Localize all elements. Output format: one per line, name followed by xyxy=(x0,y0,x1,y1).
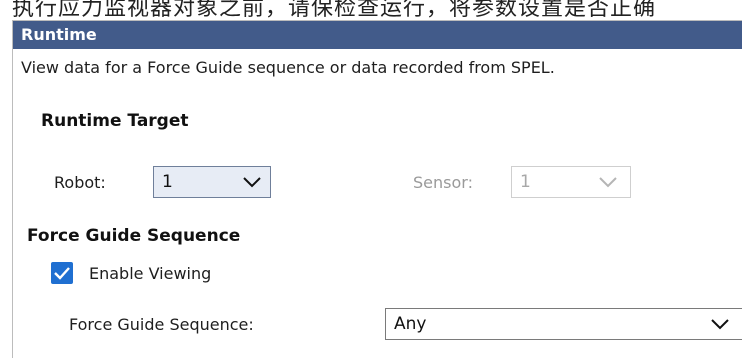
robot-select[interactable]: 1 xyxy=(153,166,271,198)
runtime-target-title: Runtime Target xyxy=(41,111,189,131)
force-guide-sequence-select[interactable]: Any xyxy=(385,308,742,340)
chevron-down-icon xyxy=(710,316,730,332)
robot-label: Robot: xyxy=(54,173,106,192)
sensor-select-value: 1 xyxy=(520,172,531,192)
chevron-down-icon xyxy=(598,174,618,190)
force-guide-sequence-label: Force Guide Sequence: xyxy=(69,315,254,334)
checkmark-icon xyxy=(54,267,70,280)
enable-viewing-checkbox[interactable] xyxy=(51,262,73,284)
sensor-label: Sensor: xyxy=(413,173,473,192)
panel-title: Runtime xyxy=(13,21,742,49)
force-guide-sequence-title: Force Guide Sequence xyxy=(27,226,241,246)
panel-description: View data for a Force Guide sequence or … xyxy=(21,58,555,77)
top-text: 执行应力监视器对象之前，请保检查运行，将参数设置是否正确 xyxy=(12,0,657,21)
top-cropped-text: 执行应力监视器对象之前，请保检查运行，将参数设置是否正确 xyxy=(0,0,742,22)
robot-select-value: 1 xyxy=(162,172,173,192)
runtime-panel: Runtime View data for a Force Guide sequ… xyxy=(12,20,742,358)
force-guide-sequence-select-value: Any xyxy=(394,314,427,334)
enable-viewing-label[interactable]: Enable Viewing xyxy=(89,264,211,283)
runtime-page: 执行应力监视器对象之前，请保检查运行，将参数设置是否正确 Runtime Vie… xyxy=(0,0,742,358)
sensor-select[interactable]: 1 xyxy=(511,166,631,198)
chevron-down-icon xyxy=(242,174,262,190)
